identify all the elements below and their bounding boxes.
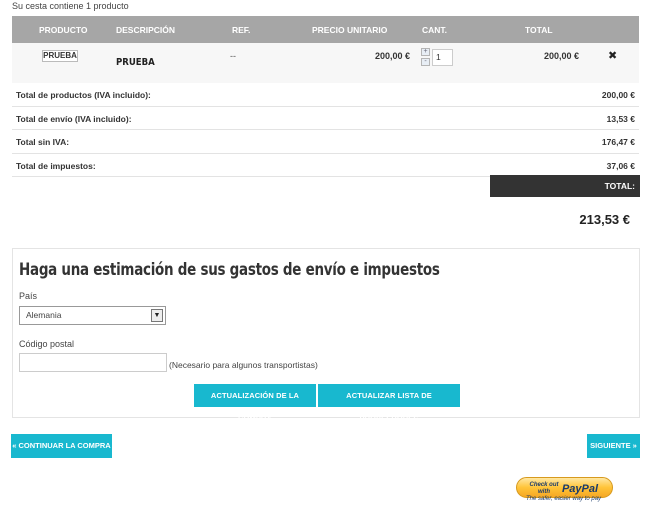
totals-label: Total de impuestos:: [16, 160, 96, 171]
cart-summary: Su cesta contiene 1 producto: [12, 1, 129, 11]
next-button[interactable]: SIGUIENTE »: [587, 434, 640, 458]
country-label: País: [19, 291, 38, 301]
totals-table: Total de productos (IVA incluido): 200,0…: [12, 83, 639, 177]
paypal-brand-text: PayPal: [562, 483, 599, 495]
postal-code-note: (Necesario para algunos transportistas): [169, 360, 318, 370]
header-ref: REF.: [232, 25, 251, 35]
totals-row: Total de impuestos: 37,06 €: [12, 154, 639, 177]
grand-total: 213,53 €: [579, 212, 630, 227]
close-icon[interactable]: ✖: [608, 49, 617, 62]
paypal-tagline: The safer, easier way to pay: [526, 496, 602, 502]
header-product: PRODUCTO: [39, 25, 88, 35]
totals-row: Total sin IVA: 176,47 €: [12, 130, 639, 154]
cart-item-row: PRUEBA PRUEBA -- 200,00 € + - 1 200,00 €…: [12, 43, 639, 83]
update-carriers-button[interactable]: ACTUALIZAR LISTA DE PROVEEDORES: [318, 384, 460, 423]
unit-price: 200,00 €: [374, 51, 410, 61]
totals-value: 200,00 €: [601, 90, 635, 100]
header-unit-price: PRECIO UNITARIO: [312, 25, 388, 35]
totals-label: Total de productos (IVA incluido):: [16, 90, 151, 100]
quantity-controls: + -: [421, 48, 430, 68]
totals-label: Total de envío (IVA incluido):: [16, 113, 132, 124]
chevron-down-icon[interactable]: ▼: [151, 309, 163, 322]
header-description: DESCRIPCIÓN: [116, 25, 176, 35]
totals-value: 176,47 €: [601, 137, 635, 147]
totals-label: Total sin IVA:: [16, 137, 70, 147]
paypal-checkout-button[interactable]: Check out with PayPal: [516, 477, 613, 498]
totals-value: 37,06 €: [606, 160, 635, 171]
postal-code-label: Código postal: [19, 339, 75, 349]
product-thumbnail[interactable]: PRUEBA: [42, 50, 78, 62]
estimate-title: Haga una estimación de sus gastos de env…: [19, 260, 440, 280]
totals-row: Total de envío (IVA incluido): 13,53 €: [12, 107, 639, 130]
product-name[interactable]: PRUEBA: [116, 57, 155, 68]
update-cart-button[interactable]: ACTUALIZACIÓN DE LA COMPRA: [194, 384, 316, 423]
total-label: TOTAL:: [490, 175, 640, 197]
quantity-input[interactable]: 1: [432, 49, 453, 66]
shipping-estimate-box: Haga una estimación de sus gastos de env…: [12, 248, 640, 423]
totals-row: Total de productos (IVA incluido): 200,0…: [12, 83, 639, 107]
postal-code-input[interactable]: [19, 353, 167, 372]
paypal-checkout-text: Check out: [529, 482, 559, 488]
totals-value: 13,53 €: [606, 113, 635, 124]
header-quantity: CANT.: [422, 25, 448, 35]
cart-table-header: PRODUCTO DESCRIPCIÓN REF. PRECIO UNITARI…: [12, 16, 639, 43]
header-total: TOTAL: [525, 25, 553, 35]
product-ref: --: [230, 51, 236, 61]
paypal-with-text: with: [538, 489, 550, 495]
continue-shopping-button[interactable]: « CONTINUAR LA COMPRA: [11, 434, 112, 458]
quantity-increase-button[interactable]: +: [421, 48, 430, 56]
country-select[interactable]: Alemania ▼: [19, 306, 166, 325]
quantity-decrease-button[interactable]: -: [421, 58, 430, 66]
item-total: 200,00 €: [543, 51, 579, 61]
country-select-value: Alemania: [26, 310, 62, 320]
